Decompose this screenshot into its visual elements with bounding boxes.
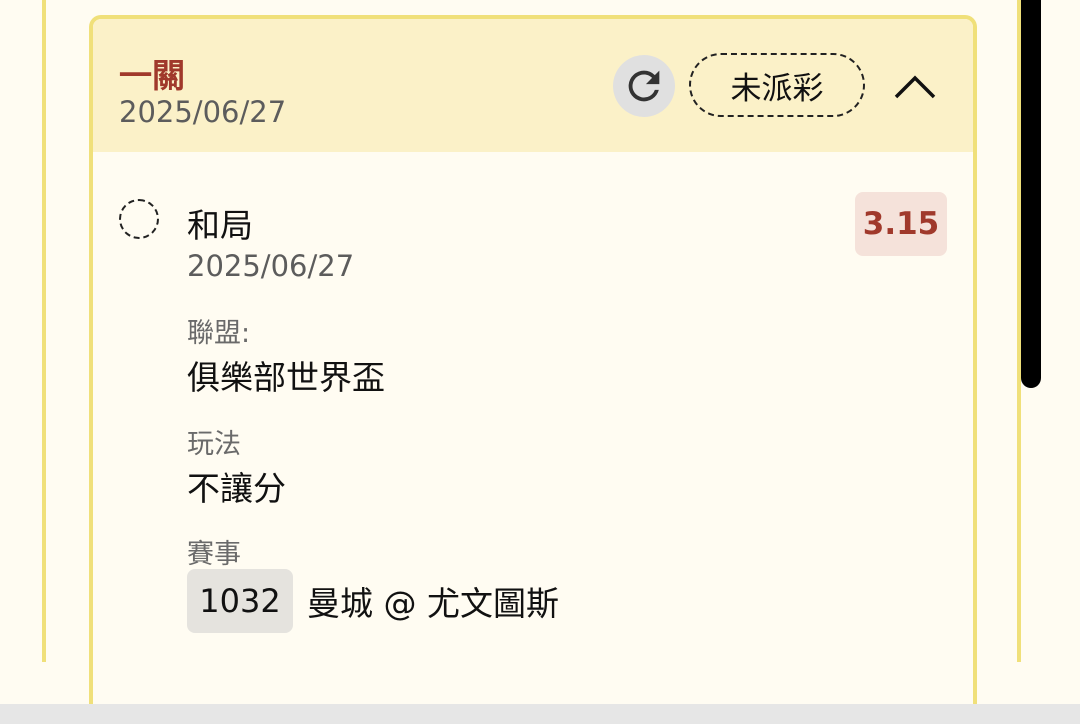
- scrollbar[interactable]: [1021, 0, 1041, 388]
- league-label: 聯盟:: [187, 318, 251, 349]
- refresh-button[interactable]: [613, 55, 675, 117]
- bottom-bar: [0, 704, 1080, 724]
- bet-card: 一關 2025/06/27 未派彩 和局 2025/06/27 3.15 聯盟:…: [89, 15, 977, 719]
- outer-border-left: [42, 0, 46, 662]
- league-value: 俱樂部世界盃: [187, 358, 385, 397]
- match-name: 曼城 @ 尤文圖斯: [307, 584, 559, 623]
- refresh-icon: [628, 70, 660, 102]
- chevron-up-icon: [894, 75, 936, 99]
- radio-unchecked-icon[interactable]: [119, 199, 159, 239]
- selection-date: 2025/06/27: [187, 249, 355, 283]
- bet-type-label: 玩法: [187, 429, 241, 460]
- bet-type-value: 不讓分: [187, 469, 286, 508]
- selection-name: 和局: [187, 206, 253, 245]
- bet-date: 2025/06/27: [119, 95, 287, 129]
- card-header: 一關 2025/06/27 未派彩: [93, 19, 973, 152]
- match-number-badge: 1032: [187, 569, 293, 633]
- match-row: 1032 曼城 @ 尤文圖斯: [187, 569, 559, 633]
- odds-badge: 3.15: [855, 192, 947, 256]
- bet-type-title: 一關: [119, 56, 185, 95]
- status-badge: 未派彩: [689, 53, 865, 117]
- collapse-button[interactable]: [889, 63, 941, 111]
- match-label: 賽事: [187, 539, 241, 570]
